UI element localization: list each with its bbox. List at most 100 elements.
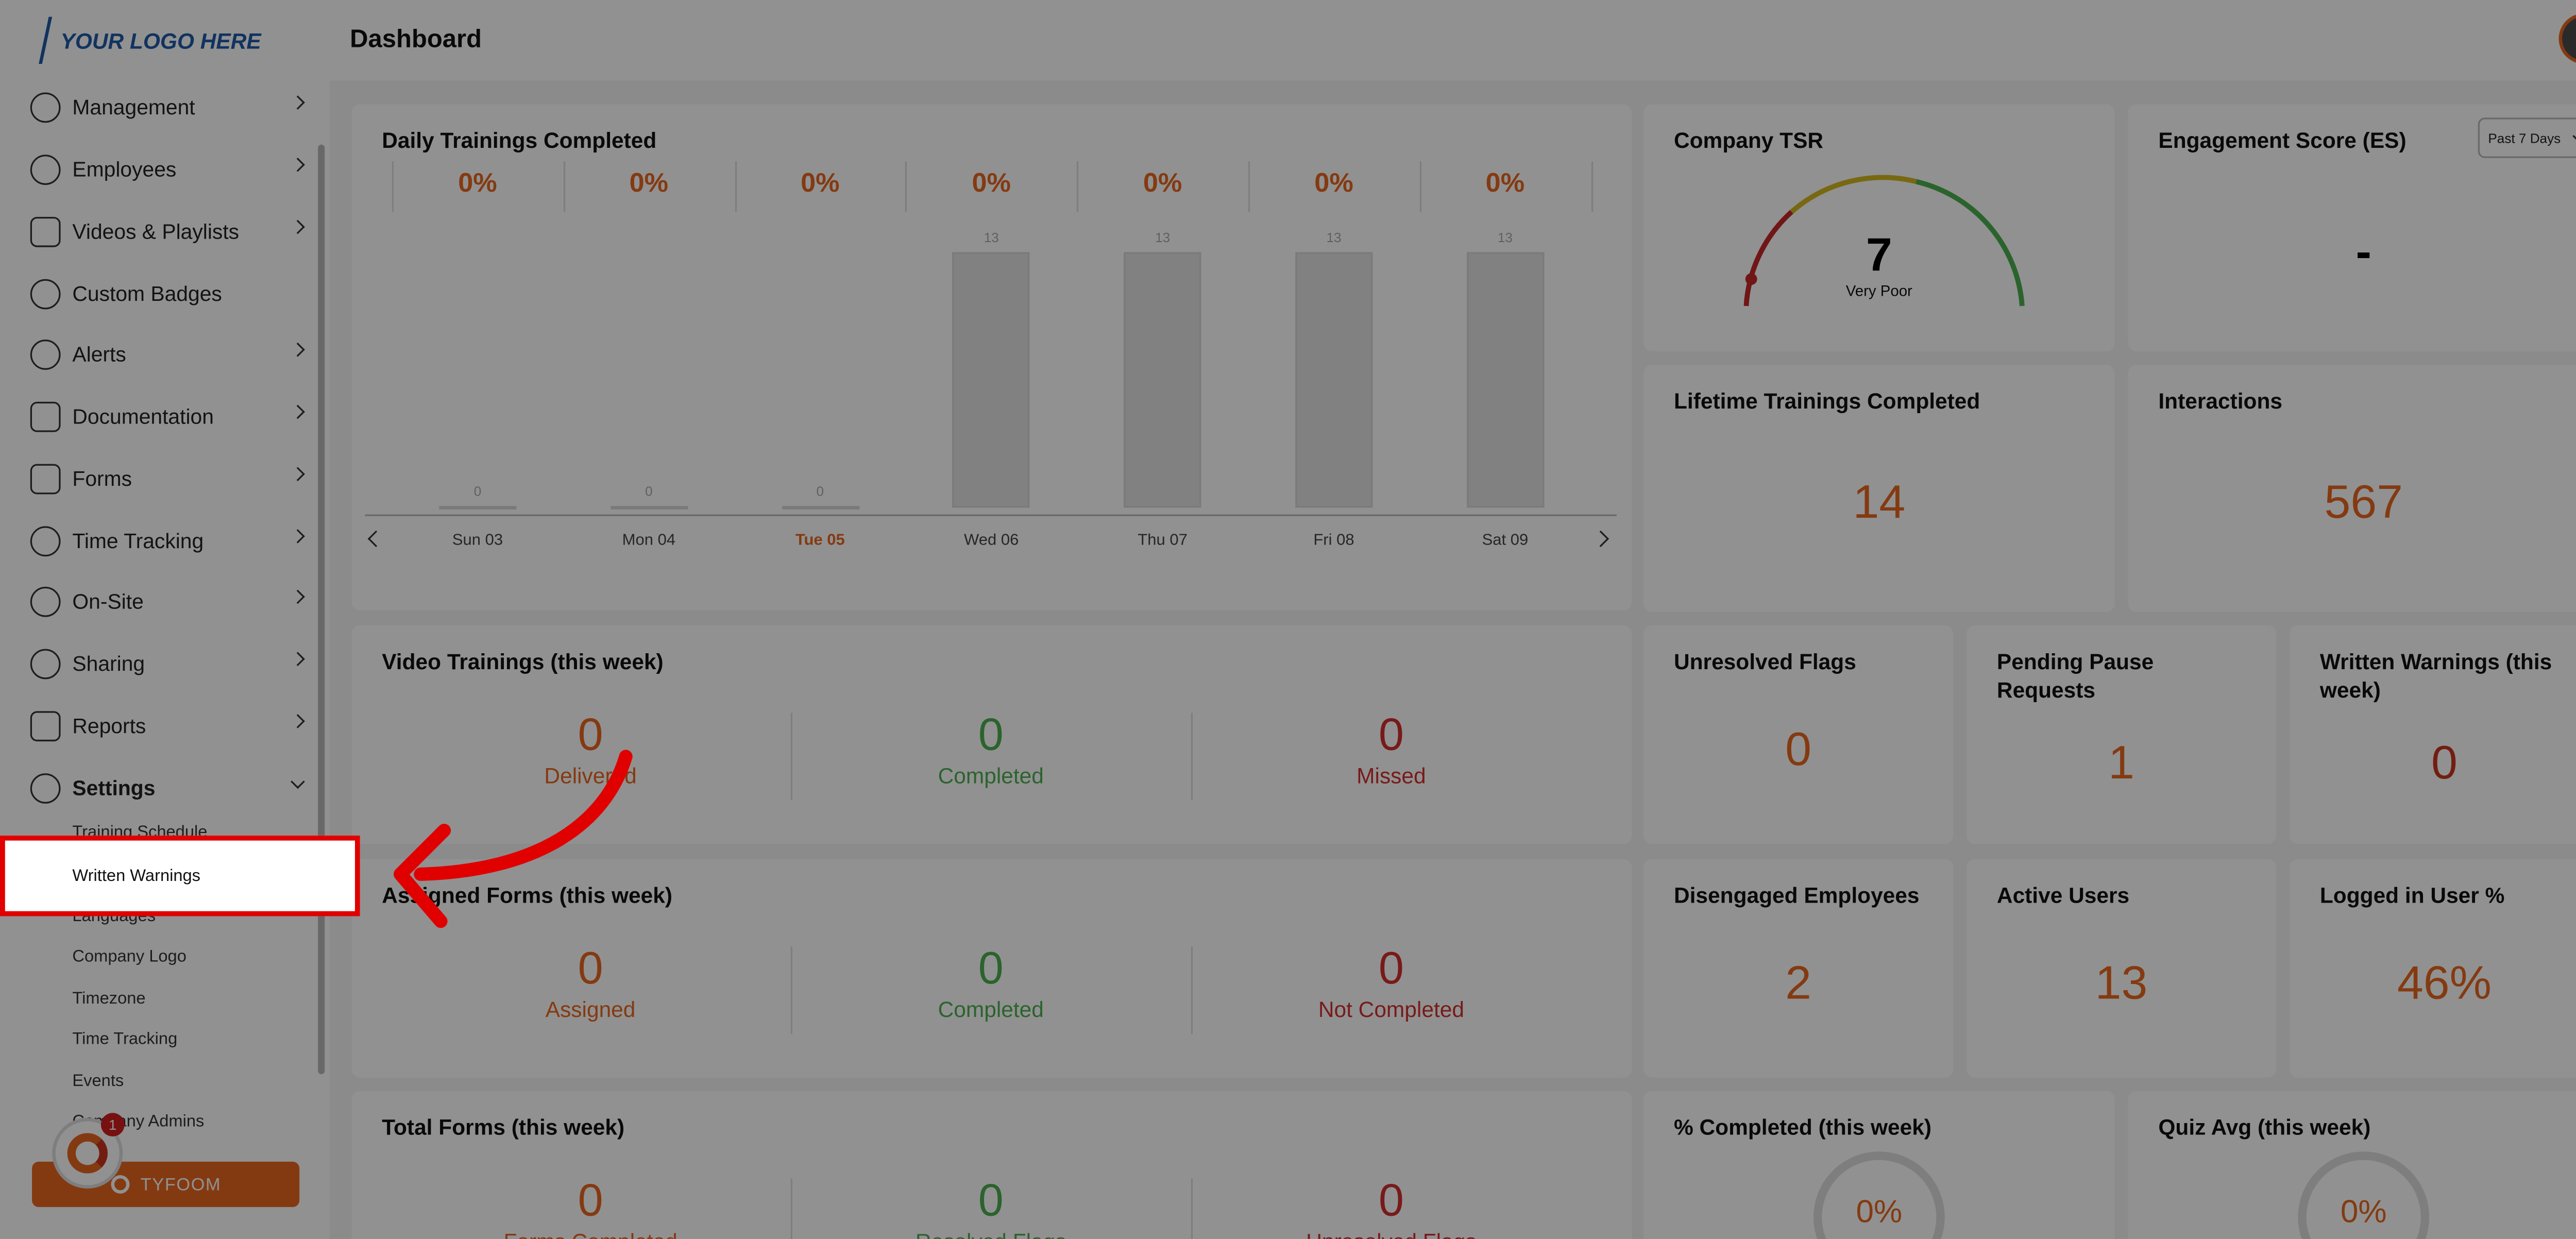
sidebar-item-label: Alerts xyxy=(72,343,126,367)
resolved-flags-count: 0 xyxy=(978,1175,1004,1226)
chevron-right-icon xyxy=(291,529,305,544)
chevron-right-icon xyxy=(291,95,305,110)
sidebar-item-custom-badges[interactable]: Custom Badges xyxy=(30,269,310,319)
sidebar-item-label: Videos & Playlists xyxy=(72,220,240,244)
chevron-down-icon xyxy=(291,774,305,789)
sidebar-item-forms[interactable]: Forms xyxy=(30,454,310,504)
settings-sub-written-warnings[interactable]: Written Warnings xyxy=(72,868,200,886)
card-title: Video Trainings (this week) xyxy=(382,649,664,674)
missed-label: Missed xyxy=(1357,763,1426,789)
sidebar-item-documentation[interactable]: Documentation xyxy=(30,392,310,442)
badge-icon xyxy=(30,279,61,310)
page-title: Dashboard xyxy=(350,25,482,54)
share-users-icon xyxy=(30,649,61,680)
sidebar-item-time-tracking[interactable]: Time Tracking xyxy=(30,516,310,567)
period-select[interactable]: Past 7 Days xyxy=(2478,117,2576,158)
tsr-value: 7 xyxy=(1866,228,1892,281)
card-title: Total Forms (this week) xyxy=(382,1114,625,1140)
daily-bar[interactable] xyxy=(781,505,859,509)
daily-bar[interactable] xyxy=(953,252,1030,508)
card-title: Engagement Score (ES) xyxy=(2158,128,2406,153)
assigned-stat: 0 Assigned xyxy=(391,943,791,1024)
avatar[interactable] xyxy=(2558,13,2576,64)
sidebar: YOUR LOGO HERE Management Employees Vide… xyxy=(0,0,330,1239)
sidebar-item-reports[interactable]: Reports xyxy=(30,701,310,752)
day-label: Tue 05 xyxy=(795,531,845,550)
settings-sub-events[interactable]: Events xyxy=(72,1073,124,1091)
sidebar-item-label: Documentation xyxy=(72,405,214,429)
settings-sub-company-logo[interactable]: Company Logo xyxy=(72,948,186,966)
pause-requests-card: Pending Pause Requests 1 xyxy=(1967,625,2276,844)
highlight-written-warnings[interactable]: Written Warnings xyxy=(0,835,360,916)
interactions-value: 567 xyxy=(2324,476,2403,528)
chevron-right-icon xyxy=(291,652,305,667)
active-users-card: Active Users 13 xyxy=(1967,859,2276,1078)
lifetime-value: 14 xyxy=(1853,476,1906,528)
daily-bar[interactable] xyxy=(1124,252,1201,508)
sidebar-item-label: Custom Badges xyxy=(72,282,222,306)
settings-sub-time-tracking[interactable]: Time Tracking xyxy=(72,1030,177,1049)
chevron-right-icon xyxy=(291,404,305,419)
unresolved-flags-stat: 0 Unresolved Flags xyxy=(1191,1175,1591,1239)
interactions-card: Interactions 567 xyxy=(2128,365,2576,612)
forms-completed-stat: 0 Forms Completed xyxy=(391,1175,791,1239)
sidebar-item-videos[interactable]: Videos & Playlists xyxy=(30,207,310,257)
company-logo[interactable]: YOUR LOGO HERE xyxy=(37,17,261,64)
daily-bar[interactable] xyxy=(1295,252,1373,508)
document-icon xyxy=(30,401,61,432)
location-pin-icon xyxy=(30,586,61,617)
top-header: Dashboard xyxy=(329,0,2576,81)
sidebar-item-label: Reports xyxy=(72,714,146,738)
user-icon xyxy=(30,155,61,185)
quiz-avg-card: Quiz Avg (this week) 0% xyxy=(2128,1091,2576,1239)
sidebar-scrollbar[interactable] xyxy=(318,144,325,1075)
not-completed-count: 0 xyxy=(1378,943,1404,994)
chevron-right-icon xyxy=(291,714,305,728)
day-label: Sun 03 xyxy=(452,531,503,550)
day-label: Sat 09 xyxy=(1482,531,1529,550)
daily-bar[interactable] xyxy=(438,505,517,509)
chart-baseline xyxy=(365,514,1617,516)
bar-value-label: 0 xyxy=(645,483,653,499)
lifetime-trainings-card: Lifetime Trainings Completed 14 xyxy=(1643,365,2115,612)
daily-percent: 0% xyxy=(1143,169,1182,199)
forms-completed-count: 0 xyxy=(578,1175,603,1226)
sidebar-item-employees[interactable]: Employees xyxy=(30,145,310,195)
settings-sub-timezone[interactable]: Timezone xyxy=(72,990,145,1009)
tutorial-arrow-icon xyxy=(394,750,633,928)
logo-mark-icon xyxy=(37,17,54,64)
warnings-value: 0 xyxy=(2431,736,2458,789)
sidebar-item-label: Time Tracking xyxy=(72,529,204,553)
unresolved-flags-count: 0 xyxy=(1378,1175,1404,1226)
daily-bar[interactable] xyxy=(610,505,688,509)
card-title: Pending Pause Requests xyxy=(1996,649,2154,703)
total-forms-card: Total Forms (this week) 0 Forms Complete… xyxy=(351,1091,1632,1239)
sidebar-item-management[interactable]: Management xyxy=(30,82,310,133)
day-label: Wed 06 xyxy=(964,531,1019,550)
sidebar-item-settings[interactable]: Settings xyxy=(30,763,310,813)
sidebar-item-label: Settings xyxy=(72,776,156,801)
sidebar-item-sharing[interactable]: Sharing xyxy=(30,639,310,689)
bar-value-label: 0 xyxy=(816,483,824,499)
engagement-value: - xyxy=(2355,225,2371,278)
company-tsr-card: Company TSR 7 Very Poor xyxy=(1643,104,2115,352)
card-title: Unresolved Flags xyxy=(1673,649,1856,674)
daily-percent: 0% xyxy=(801,169,840,199)
quiz-avg-value: 0% xyxy=(2340,1195,2387,1231)
assigned-count: 0 xyxy=(578,943,603,994)
day-label: Fri 08 xyxy=(1313,531,1354,550)
forms-completed-label: Forms Completed xyxy=(391,1229,791,1239)
assigned-label: Assigned xyxy=(545,997,636,1023)
tsr-rating: Very Poor xyxy=(1845,282,1912,299)
written-warnings-card: Written Warnings (this week) 0 xyxy=(2290,625,2576,844)
engagement-score-card: Engagement Score (ES) Past 7 Days - xyxy=(2128,104,2576,352)
card-title: % Completed (this week) xyxy=(1673,1114,1932,1140)
sidebar-item-alerts[interactable]: Alerts xyxy=(30,330,310,380)
users-icon xyxy=(30,92,61,123)
pause-value: 1 xyxy=(2108,736,2134,789)
daily-bar[interactable] xyxy=(1466,252,1544,508)
missed-stat: 0 Missed xyxy=(1191,709,1591,790)
column-separator xyxy=(1590,161,1592,212)
list-icon xyxy=(30,464,61,495)
sidebar-item-on-site[interactable]: On-Site xyxy=(30,576,310,627)
